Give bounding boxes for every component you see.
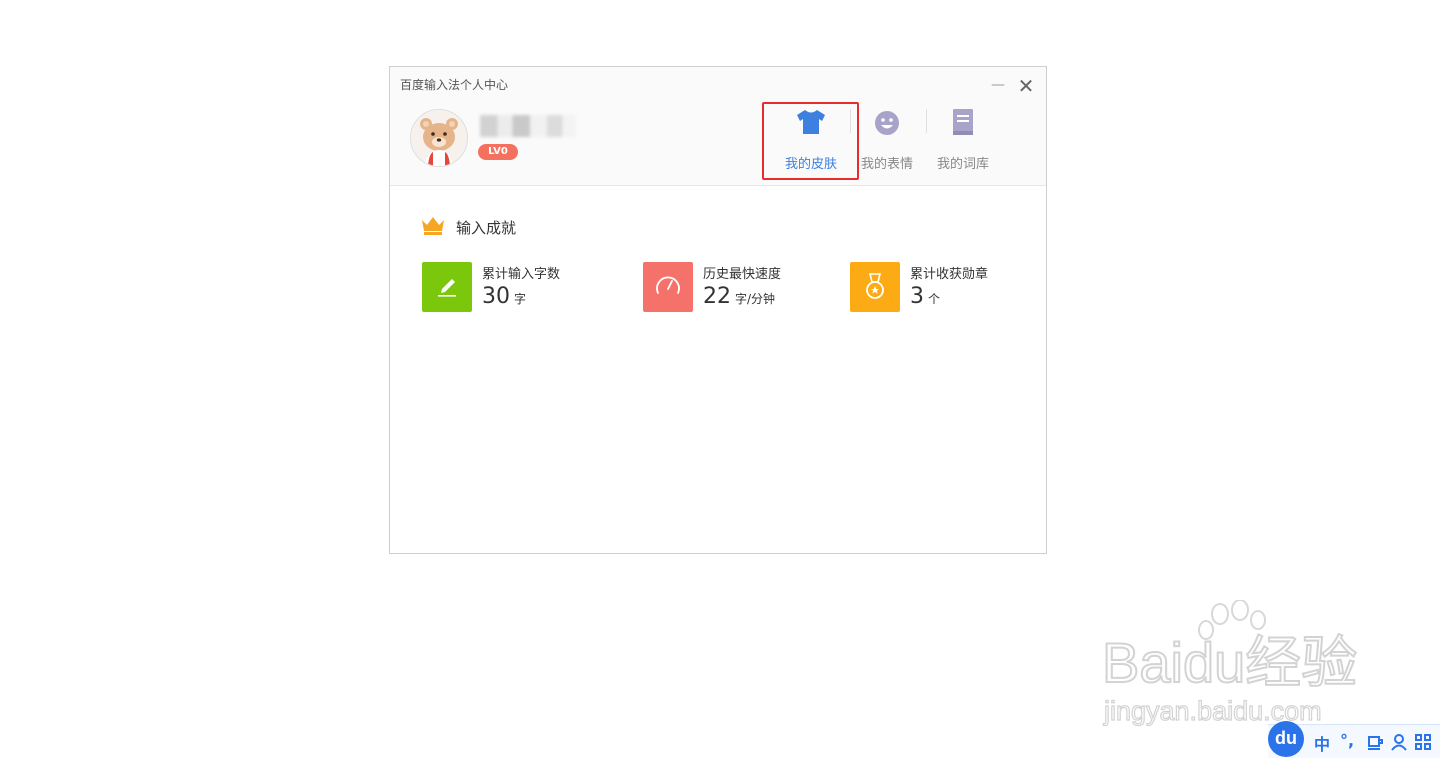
bear-avatar-icon xyxy=(411,110,467,166)
stat-value-row: 3个 xyxy=(910,284,940,309)
window-header: 百度输入法个人中心 — ✕ LV0 我的皮肤 我的表情 我的词库 xyxy=(390,67,1046,186)
medal-icon xyxy=(866,273,884,299)
section-title-achievements: 输入成就 xyxy=(456,219,517,237)
ime-grid-icon[interactable] xyxy=(1414,733,1432,751)
stat-value: 3 xyxy=(910,284,924,309)
book-icon xyxy=(953,109,973,135)
ime-toolbar: du 中 °, xyxy=(1268,721,1440,758)
minimize-button[interactable]: — xyxy=(990,77,1006,93)
tab-my-emoticons-label: 我的表情 xyxy=(860,157,913,172)
baidu-ime-logo[interactable]: du xyxy=(1268,721,1304,757)
personal-center-window: 百度输入法个人中心 — ✕ LV0 我的皮肤 我的表情 我的词库 输入成就 累计… xyxy=(389,66,1047,554)
ime-punct-toggle[interactable]: °, xyxy=(1340,731,1354,750)
stat-value-row: 30 字 xyxy=(482,284,526,309)
stat-name: 累计输入字数 xyxy=(482,267,561,282)
crown-icon xyxy=(422,217,444,235)
stat-unit: 字/分钟 xyxy=(735,292,776,306)
close-button[interactable]: ✕ xyxy=(1017,76,1035,96)
baidu-jingyan-watermark: Baidu经验 jingyan.baidu.com xyxy=(1101,600,1358,727)
tab-my-emoticons[interactable]: 我的表情 xyxy=(849,105,925,175)
tab-my-dictionary[interactable]: 我的词库 xyxy=(925,105,1001,175)
stat-value-row: 22 字/分钟 xyxy=(703,284,775,309)
stat-fastest-speed: 历史最快速度 22 字/分钟 xyxy=(643,262,863,314)
username-blurred xyxy=(480,115,576,137)
speedometer-icon xyxy=(656,276,680,294)
avatar[interactable] xyxy=(410,109,468,167)
stat-unit: 个 xyxy=(928,292,941,306)
level-badge: LV0 xyxy=(478,144,518,160)
tab-my-skins[interactable]: 我的皮肤 xyxy=(773,105,849,175)
tshirt-icon xyxy=(797,110,825,134)
stat-value: 22 xyxy=(703,284,731,309)
stat-tile xyxy=(643,262,693,312)
smiley-icon xyxy=(875,111,899,135)
stat-tile xyxy=(422,262,472,312)
stat-unit: 字 xyxy=(514,292,527,306)
stat-tile xyxy=(850,262,900,312)
window-title: 百度输入法个人中心 xyxy=(400,78,509,92)
watermark-brand-text: Baidu经验 xyxy=(1102,631,1357,694)
pencil-icon xyxy=(438,279,456,297)
ime-lang-toggle[interactable]: 中 xyxy=(1314,731,1330,755)
ime-skin-icon[interactable] xyxy=(1366,733,1384,751)
stat-total-chars: 累计输入字数 30 字 xyxy=(422,262,642,314)
stat-name: 累计收获勋章 xyxy=(910,267,989,282)
stat-total-medals: 累计收获勋章 3个 xyxy=(850,262,1070,314)
stat-value: 30 xyxy=(482,284,510,309)
tab-my-dictionary-label: 我的词库 xyxy=(936,157,989,172)
stat-name: 历史最快速度 xyxy=(703,267,782,282)
ime-user-icon[interactable] xyxy=(1390,733,1408,751)
tab-my-skins-label: 我的皮肤 xyxy=(784,157,837,172)
